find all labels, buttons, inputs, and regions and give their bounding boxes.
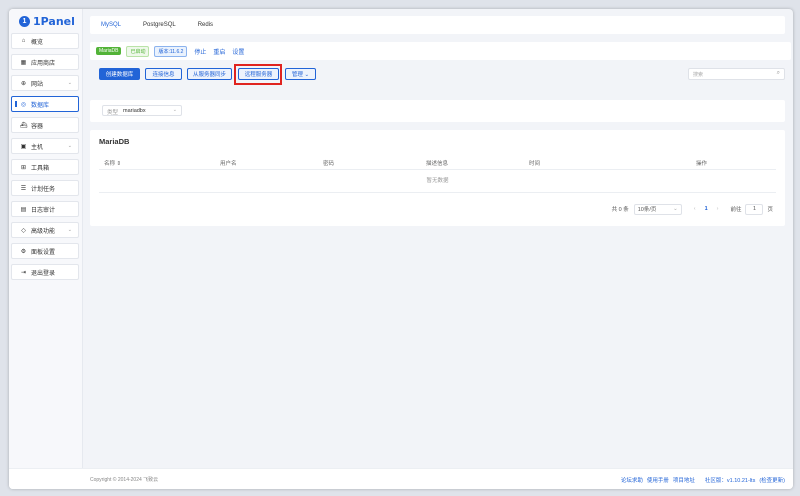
goto-suffix: 页 — [767, 207, 773, 213]
sidebar-item-label: 工具箱 — [31, 165, 50, 172]
toolbox-icon: ⊞ — [20, 164, 27, 171]
sidebar-item-11[interactable]: ⇥ 退出登录 — [11, 264, 79, 280]
sidebar-item-label: 高级功能 — [31, 228, 56, 235]
next-page-icon[interactable]: › — [717, 206, 719, 212]
sidebar-item-10[interactable]: ⚙ 面板设置 — [11, 243, 79, 259]
sidebar-item-label: 日志审计 — [31, 207, 56, 214]
check-update-link[interactable]: (检查更新) — [759, 476, 785, 484]
app-name-badge: MariaDB — [96, 47, 122, 55]
search-icon: ⌕ — [776, 70, 780, 76]
chevron-down-icon: ⌄ — [67, 227, 72, 233]
database-icon: ◎ — [20, 101, 27, 108]
logo-text: 1Panel — [33, 14, 75, 28]
list-icon: ☰ — [20, 185, 27, 192]
sidebar-item-label: 退出登录 — [31, 270, 56, 277]
goto-page-input[interactable]: 1 — [745, 203, 764, 215]
status-badge: 已启动 — [126, 45, 150, 57]
globe-icon: ⊕ — [20, 80, 27, 87]
sidebar-item-1[interactable]: ▦ 应用商店 — [11, 54, 79, 70]
empty-state: 暂无数据 — [99, 170, 776, 193]
settings-link[interactable]: 设置 — [232, 47, 244, 56]
table-header: 名称 ⇕ 用户名 密码 描述信息 时间 操作 — [99, 157, 776, 170]
host-icon: ▣ — [20, 143, 27, 150]
sidebar-item-4[interactable]: ⛴ 容器 — [11, 117, 79, 133]
connection-info-button[interactable]: 连接信息 — [145, 68, 182, 80]
column-description: 描述信息 — [426, 161, 449, 167]
sidebar-item-label: 主机 — [31, 144, 44, 151]
app-window: 1 1Panel ⌂ 概览 ▦ 应用商店 ⊕ 网站 ⌄ ◎ 数据库 ⛴ 容器 ▣ 主机 ⌄ ⊞ 工具箱 ☰ 计划任… — [9, 9, 793, 489]
manual-link[interactable]: 使用手册 — [647, 476, 669, 484]
version-badge: 版本:11.6.2 — [154, 45, 188, 57]
sidebar-item-label: 概览 — [31, 39, 44, 46]
type-select-prefix: 类型 — [107, 110, 119, 116]
chevron-down-icon: ⌄ — [673, 206, 678, 212]
tab-2[interactable]: Redis — [187, 22, 224, 28]
chevron-down-icon: ⌄ — [67, 143, 72, 149]
column-password: 密码 — [323, 161, 335, 167]
grid-icon: ▦ — [20, 59, 27, 66]
total-count: 共 0 条 — [611, 207, 629, 213]
current-page[interactable]: 1 — [705, 206, 708, 212]
footer-links: 论坛求助 使用手册 项目地址 社区版：v1.10.21-lts (检查更新) — [621, 476, 785, 484]
sidebar-item-5[interactable]: ▣ 主机 ⌄ — [11, 138, 79, 154]
footer: Copyright © 2014-2024 飞致云 论坛求助 使用手册 项目地址… — [9, 468, 793, 489]
tab-1[interactable]: PostgreSQL — [132, 22, 187, 28]
page-size-value: 10条/页 — [637, 207, 657, 213]
edition-text: 社区版：v1.10.21-lts — [704, 478, 756, 484]
sidebar-item-label: 面板设置 — [31, 249, 56, 256]
stop-link[interactable]: 停止 — [194, 47, 206, 56]
restart-link[interactable]: 重启 — [213, 47, 225, 56]
highlight-box — [234, 64, 282, 85]
type-select-value: mariadbx — [123, 108, 146, 114]
diamond-icon: ◇ — [21, 227, 26, 234]
create-database-button[interactable]: 创建数据库 — [99, 68, 140, 80]
settings-icon: ⚙ — [20, 248, 27, 255]
sidebar-item-label: 应用商店 — [31, 60, 56, 67]
copyright-text: Copyright © 2014-2024 飞致云 — [90, 477, 159, 483]
sidebar-item-8[interactable]: ▤ 日志审计 — [11, 201, 79, 217]
type-select[interactable]: 类型 mariadbx ⌄ — [102, 105, 182, 116]
sidebar-item-6[interactable]: ⊞ 工具箱 — [11, 159, 79, 175]
column-username: 用户名 — [220, 161, 237, 167]
column-actions: 操作 — [696, 161, 708, 167]
sidebar-nav: ⌂ 概览 ▦ 应用商店 ⊕ 网站 ⌄ ◎ 数据库 ⛴ 容器 ▣ 主机 ⌄ ⊞ 工具箱 ☰ 计划任务 ▤ 日志审计 ◇ 高级… — [11, 33, 79, 285]
home-icon: ⌂ — [21, 38, 26, 44]
table-title: MariaDB — [99, 137, 130, 146]
sidebar-item-label: 计划任务 — [31, 186, 56, 193]
filter-bar: 类型 mariadbx ⌄ — [90, 100, 785, 122]
chevron-down-icon: ⌄ — [67, 80, 72, 86]
project-link[interactable]: 项目地址 — [673, 476, 695, 484]
sidebar-item-3[interactable]: ◎ 数据库 — [11, 96, 79, 112]
sidebar-item-7[interactable]: ☰ 计划任务 — [11, 180, 79, 196]
column-name[interactable]: 名称 ⇕ — [104, 159, 121, 167]
logo-icon: 1 — [19, 15, 30, 27]
search-input[interactable]: 搜索 ⌕ — [688, 68, 785, 80]
sidebar: 1 1Panel ⌂ 概览 ▦ 应用商店 ⊕ 网站 ⌄ ◎ 数据库 ⛴ 容器 ▣ 主机 ⌄ ⊞ 工具箱 ☰ 计划任… — [9, 9, 83, 489]
app-status-bar: MariaDB 已启动 版本:11.6.2 停止 重启 设置 — [90, 42, 791, 60]
goto-label: 前往 — [730, 207, 742, 213]
sidebar-item-0[interactable]: ⌂ 概览 — [11, 33, 79, 49]
logo[interactable]: 1 1Panel — [19, 14, 75, 28]
container-icon: ⛴ — [20, 122, 28, 129]
sidebar-item-9[interactable]: ◇ 高级功能 ⌄ — [11, 222, 79, 238]
forum-link[interactable]: 论坛求助 — [621, 476, 643, 484]
search-placeholder: 搜索 — [693, 72, 704, 78]
sidebar-item-label: 网站 — [31, 81, 44, 88]
database-table-card: MariaDB 名称 ⇕ 用户名 密码 描述信息 时间 操作 暂无数据 共 0 … — [90, 130, 785, 226]
db-type-tabs: MySQL PostgreSQL Redis — [90, 16, 785, 34]
pagination: 共 0 条 10条/页 ⌄ ‹ 1 › 前往 1 页 — [612, 203, 773, 215]
logout-icon: ⇥ — [20, 269, 27, 276]
sidebar-item-label: 数据库 — [31, 102, 50, 109]
page-size-select[interactable]: 10条/页 ⌄ — [633, 203, 682, 215]
sidebar-item-label: 容器 — [31, 123, 44, 130]
sidebar-item-2[interactable]: ⊕ 网站 ⌄ — [11, 75, 79, 91]
column-time: 时间 — [529, 161, 541, 167]
manage-dropdown-button[interactable]: 管理 ⌄ — [285, 68, 316, 80]
sync-from-server-button[interactable]: 从服务器同步 — [187, 68, 232, 80]
chevron-down-icon: ⌄ — [172, 107, 177, 113]
toolbar: 创建数据库 连接信息 从服务器同步 远程服务器 管理 ⌄ 搜索 ⌕ — [90, 64, 785, 85]
log-icon: ▤ — [20, 206, 27, 213]
tab-0[interactable]: MySQL — [90, 22, 132, 28]
prev-page-icon[interactable]: ‹ — [694, 206, 696, 212]
